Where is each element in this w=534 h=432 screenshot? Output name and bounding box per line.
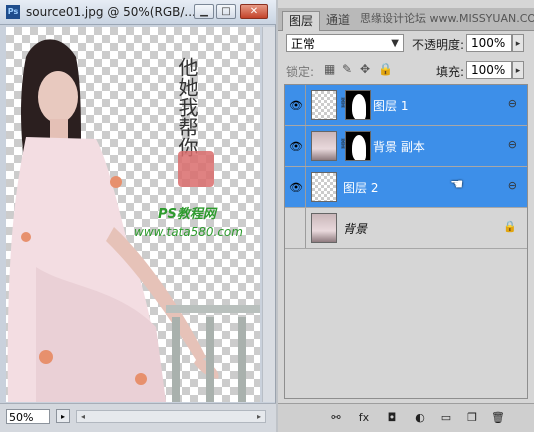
lock-label: 锁定: (286, 65, 315, 79)
opacity-label: 不透明度: (412, 38, 465, 52)
link-icon[interactable]: ⚯ (328, 410, 344, 426)
visibility-toggle[interactable]: 👁 (285, 85, 306, 125)
link-icon: ⊖ (507, 138, 517, 151)
document-title: source01.jpg @ 50%(RGB/... (26, 5, 196, 19)
layers-list: 👁 ⛓ 图层 1 ⊖ 👁 ⛓ 背景 副本 ⊖ 👁 图层 2 ☚ ⊖ 背景 🔒 (284, 84, 528, 399)
scroll-right-icon[interactable]: ▸ (253, 411, 265, 422)
woman-photo (7, 39, 260, 402)
layer-name: 图层 2 (343, 181, 379, 195)
visibility-toggle[interactable]: 👁 (285, 167, 306, 207)
layer-thumbnail (311, 172, 337, 202)
ps-watermark-text: PS教程网 (158, 207, 216, 222)
horizontal-scrollbar[interactable]: ◂ ▸ (76, 410, 266, 423)
eye-icon: 👁 (289, 99, 303, 112)
layer-name: 背景 (343, 222, 368, 236)
document-window: Ps source01.jpg @ 50%(RGB/... ▁ □ ✕ 他她我帮… (0, 0, 276, 432)
folder-icon[interactable]: ▭ (438, 410, 454, 426)
layer-thumbnail (311, 131, 337, 161)
hand-cursor-icon: ☚ (450, 175, 464, 193)
panel-tabs: 图层 通道 思缘设计论坛 www.MISSYUAN.COM (278, 8, 534, 31)
new-layer-icon[interactable]: ❐ (464, 410, 480, 426)
link-icon: ⊖ (507, 97, 517, 110)
layers-panel: 图层 通道 思缘设计论坛 www.MISSYUAN.COM 正常 ▼ 不透明度:… (278, 0, 534, 432)
adjustment-icon[interactable]: ◐ (412, 410, 428, 426)
visibility-toggle[interactable]: 👁 (285, 126, 306, 166)
calligraphy-text: 他她我帮你 (175, 57, 199, 157)
document-canvas[interactable]: 他她我帮你 PS教程网 www.tata580.com (6, 27, 260, 402)
tab-channels[interactable]: 通道 (320, 11, 356, 30)
layers-bottom-toolbar: ⚯ fx ◘ ◐ ▭ ❐ 🗑 (278, 403, 534, 432)
layer-mask-thumbnail[interactable] (345, 90, 371, 120)
layer-row-background-copy[interactable]: 👁 ⛓ 背景 副本 ⊖ (285, 126, 527, 167)
lock-brush-icon[interactable]: ✎ (342, 62, 352, 76)
photoshop-app-icon: Ps (6, 5, 20, 19)
link-icon: ⊖ (507, 179, 517, 192)
vertical-scrollbar[interactable] (262, 27, 275, 402)
lock-fill-row: 锁定: ▦ ✎ ✥ 🔒 填充: 100% ▸ (278, 58, 534, 82)
layer-thumbnail (311, 213, 337, 243)
url-watermark-text: www.tata580.com (134, 225, 243, 239)
mask-icon[interactable]: ◘ (384, 410, 400, 426)
fill-field[interactable]: 100% (466, 61, 512, 79)
fx-icon[interactable]: fx (356, 410, 372, 426)
close-button[interactable]: ✕ (240, 4, 268, 19)
layer-mask-thumbnail[interactable] (345, 131, 371, 161)
maximize-button[interactable]: □ (216, 4, 236, 19)
eye-icon: 👁 (289, 140, 303, 153)
layer-row-layer1[interactable]: 👁 ⛓ 图层 1 ⊖ (285, 85, 527, 126)
trash-icon[interactable]: 🗑 (490, 410, 506, 426)
document-statusbar: 50% ▸ ◂ ▸ (0, 403, 276, 432)
opacity-field[interactable]: 100% (466, 34, 512, 52)
chevron-down-icon: ▼ (391, 38, 399, 49)
layer-row-background[interactable]: 背景 🔒 (285, 208, 527, 249)
minimize-button[interactable]: ▁ (194, 4, 214, 19)
scroll-left-icon[interactable]: ◂ (77, 411, 89, 422)
lock-all-icon[interactable]: 🔒 (378, 62, 393, 76)
eye-icon: 👁 (289, 181, 303, 194)
red-seal-stamp (178, 151, 214, 187)
document-titlebar[interactable]: Ps source01.jpg @ 50%(RGB/... ▁ □ ✕ (0, 0, 276, 25)
lock-move-icon[interactable]: ✥ (360, 62, 370, 76)
status-info-icon[interactable]: ▸ (56, 409, 70, 423)
layer-row-layer2[interactable]: 👁 图层 2 ☚ ⊖ (285, 167, 527, 208)
opacity-arrow-icon[interactable]: ▸ (512, 34, 524, 52)
layer-name: 图层 1 (373, 99, 409, 113)
fill-label: 填充: (436, 65, 465, 79)
layer-thumbnail (311, 90, 337, 120)
visibility-toggle[interactable] (285, 208, 306, 248)
site-watermark: 思缘设计论坛 www.MISSYUAN.COM (360, 12, 534, 25)
layer-name: 背景 副本 (373, 140, 425, 154)
blend-opacity-row: 正常 ▼ 不透明度: 100% ▸ (278, 32, 534, 56)
fill-arrow-icon[interactable]: ▸ (512, 61, 524, 79)
tab-layers[interactable]: 图层 (282, 11, 321, 31)
blend-mode-value: 正常 (291, 37, 316, 51)
lock-transparency-icon[interactable]: ▦ (324, 62, 335, 76)
zoom-field[interactable]: 50% (6, 409, 50, 424)
lock-icon: 🔒 (503, 220, 517, 233)
blend-mode-select[interactable]: 正常 ▼ (286, 34, 404, 52)
